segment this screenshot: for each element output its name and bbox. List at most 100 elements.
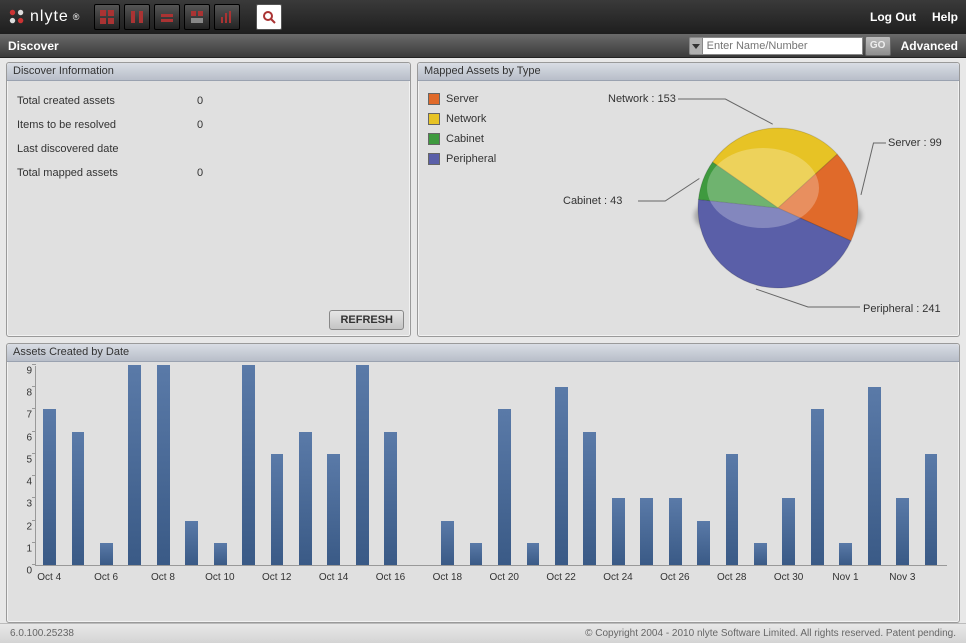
info-row: Total created assets0 — [17, 89, 400, 113]
pie-chart: Network : 153 Server : 99 Cabinet : 43 P… — [638, 93, 948, 333]
x-tick-label: Nov 3 — [889, 572, 915, 583]
bar — [555, 387, 568, 565]
topbar: nlyte® Log Out Help — [0, 0, 966, 34]
legend-swatch — [428, 133, 440, 145]
x-tick-label: Oct 4 — [37, 572, 61, 583]
bar — [72, 432, 85, 565]
bar — [470, 543, 483, 565]
legend-label: Network — [446, 113, 486, 125]
info-row: Items to be resolved0 — [17, 113, 400, 137]
secondbar: Discover GO Advanced — [0, 34, 966, 58]
toolbar-icons — [94, 4, 282, 30]
bar — [384, 432, 397, 565]
legend-item: Cabinet — [428, 129, 496, 149]
legend-swatch — [428, 153, 440, 165]
info-label: Last discovered date — [17, 143, 197, 155]
legend-label: Server — [446, 93, 478, 105]
bar — [43, 409, 56, 565]
bar — [896, 498, 909, 565]
x-tick-label: Oct 26 — [660, 572, 689, 583]
brand-logo: nlyte® — [8, 8, 80, 26]
toolbar-icon-4[interactable] — [184, 4, 210, 30]
toolbar-icon-5[interactable] — [214, 4, 240, 30]
assets-by-date-title: Assets Created by Date — [7, 344, 959, 362]
bar — [811, 409, 824, 565]
x-tick-label: Oct 12 — [262, 572, 291, 583]
bar — [669, 498, 682, 565]
x-tick-label: Oct 28 — [717, 572, 746, 583]
bar — [527, 543, 540, 565]
toolbar-icon-3[interactable] — [154, 4, 180, 30]
go-button[interactable]: GO — [865, 36, 891, 56]
x-tick-label: Oct 6 — [94, 572, 118, 583]
legend-item: Server — [428, 89, 496, 109]
legend-label: Cabinet — [446, 133, 484, 145]
help-link[interactable]: Help — [932, 10, 958, 24]
legend-item: Peripheral — [428, 149, 496, 169]
bar — [100, 543, 113, 565]
bar — [726, 454, 739, 565]
logo-icon — [8, 8, 26, 26]
bar — [925, 454, 938, 565]
pie-label-peripheral: Peripheral : 241 — [863, 303, 941, 315]
bar — [868, 387, 881, 565]
mapped-assets-title: Mapped Assets by Type — [418, 63, 959, 81]
bar — [612, 498, 625, 565]
bar — [441, 521, 454, 565]
assets-by-date-panel: Assets Created by Date 0123456789 Oct 4O… — [6, 343, 960, 623]
info-row: Total mapped assets0 — [17, 161, 400, 185]
bar — [356, 365, 369, 565]
info-label: Items to be resolved — [17, 119, 197, 131]
page-title: Discover — [8, 39, 59, 53]
version-text: 6.0.100.25238 — [10, 628, 74, 639]
search-dropdown[interactable] — [689, 37, 703, 55]
bar — [640, 498, 653, 565]
x-tick-label: Oct 8 — [151, 572, 175, 583]
bar — [498, 409, 511, 565]
info-value: 0 — [197, 167, 203, 179]
bar — [271, 454, 284, 565]
x-tick-label: Oct 10 — [205, 572, 234, 583]
toolbar-icon-1[interactable] — [94, 4, 120, 30]
x-tick-label: Oct 18 — [433, 572, 462, 583]
bar — [242, 365, 255, 565]
discover-info-title: Discover Information — [7, 63, 410, 81]
legend-label: Peripheral — [446, 153, 496, 165]
mapped-assets-panel: Mapped Assets by Type Server Network Cabin… — [417, 62, 960, 337]
x-tick-label: Oct 20 — [489, 572, 518, 583]
bar — [299, 432, 312, 565]
pie-label-cabinet: Cabinet : 43 — [563, 195, 622, 207]
info-value: 0 — [197, 119, 203, 131]
footer: 6.0.100.25238 © Copyright 2004 - 2010 nl… — [0, 623, 966, 643]
x-tick-label: Oct 22 — [546, 572, 575, 583]
legend-swatch — [428, 93, 440, 105]
x-tick-label: Oct 16 — [376, 572, 405, 583]
x-tick-label: Oct 14 — [319, 572, 348, 583]
bar — [839, 543, 852, 565]
info-value: 0 — [197, 95, 203, 107]
bar — [754, 543, 767, 565]
x-tick-label: Oct 30 — [774, 572, 803, 583]
legend-swatch — [428, 113, 440, 125]
brand-text: nlyte — [30, 8, 69, 26]
pie-label-server: Server : 99 — [888, 137, 942, 149]
legend-item: Network — [428, 109, 496, 129]
copyright-text: © Copyright 2004 - 2010 nlyte Software L… — [585, 628, 956, 639]
toolbar-icon-search[interactable] — [256, 4, 282, 30]
logout-link[interactable]: Log Out — [870, 10, 916, 24]
search-input[interactable] — [703, 37, 863, 55]
discover-info-panel: Discover Information Total created asset… — [6, 62, 411, 337]
info-row: Last discovered date — [17, 137, 400, 161]
advanced-link[interactable]: Advanced — [901, 39, 958, 53]
bar — [782, 498, 795, 565]
bar — [697, 521, 710, 565]
refresh-button[interactable]: REFRESH — [329, 310, 404, 330]
info-label: Total created assets — [17, 95, 197, 107]
bar — [128, 365, 141, 565]
bar — [214, 543, 227, 565]
x-tick-label: Nov 1 — [832, 572, 858, 583]
bar — [327, 454, 340, 565]
toolbar-icon-2[interactable] — [124, 4, 150, 30]
x-tick-label: Oct 24 — [603, 572, 632, 583]
bar — [185, 521, 198, 565]
